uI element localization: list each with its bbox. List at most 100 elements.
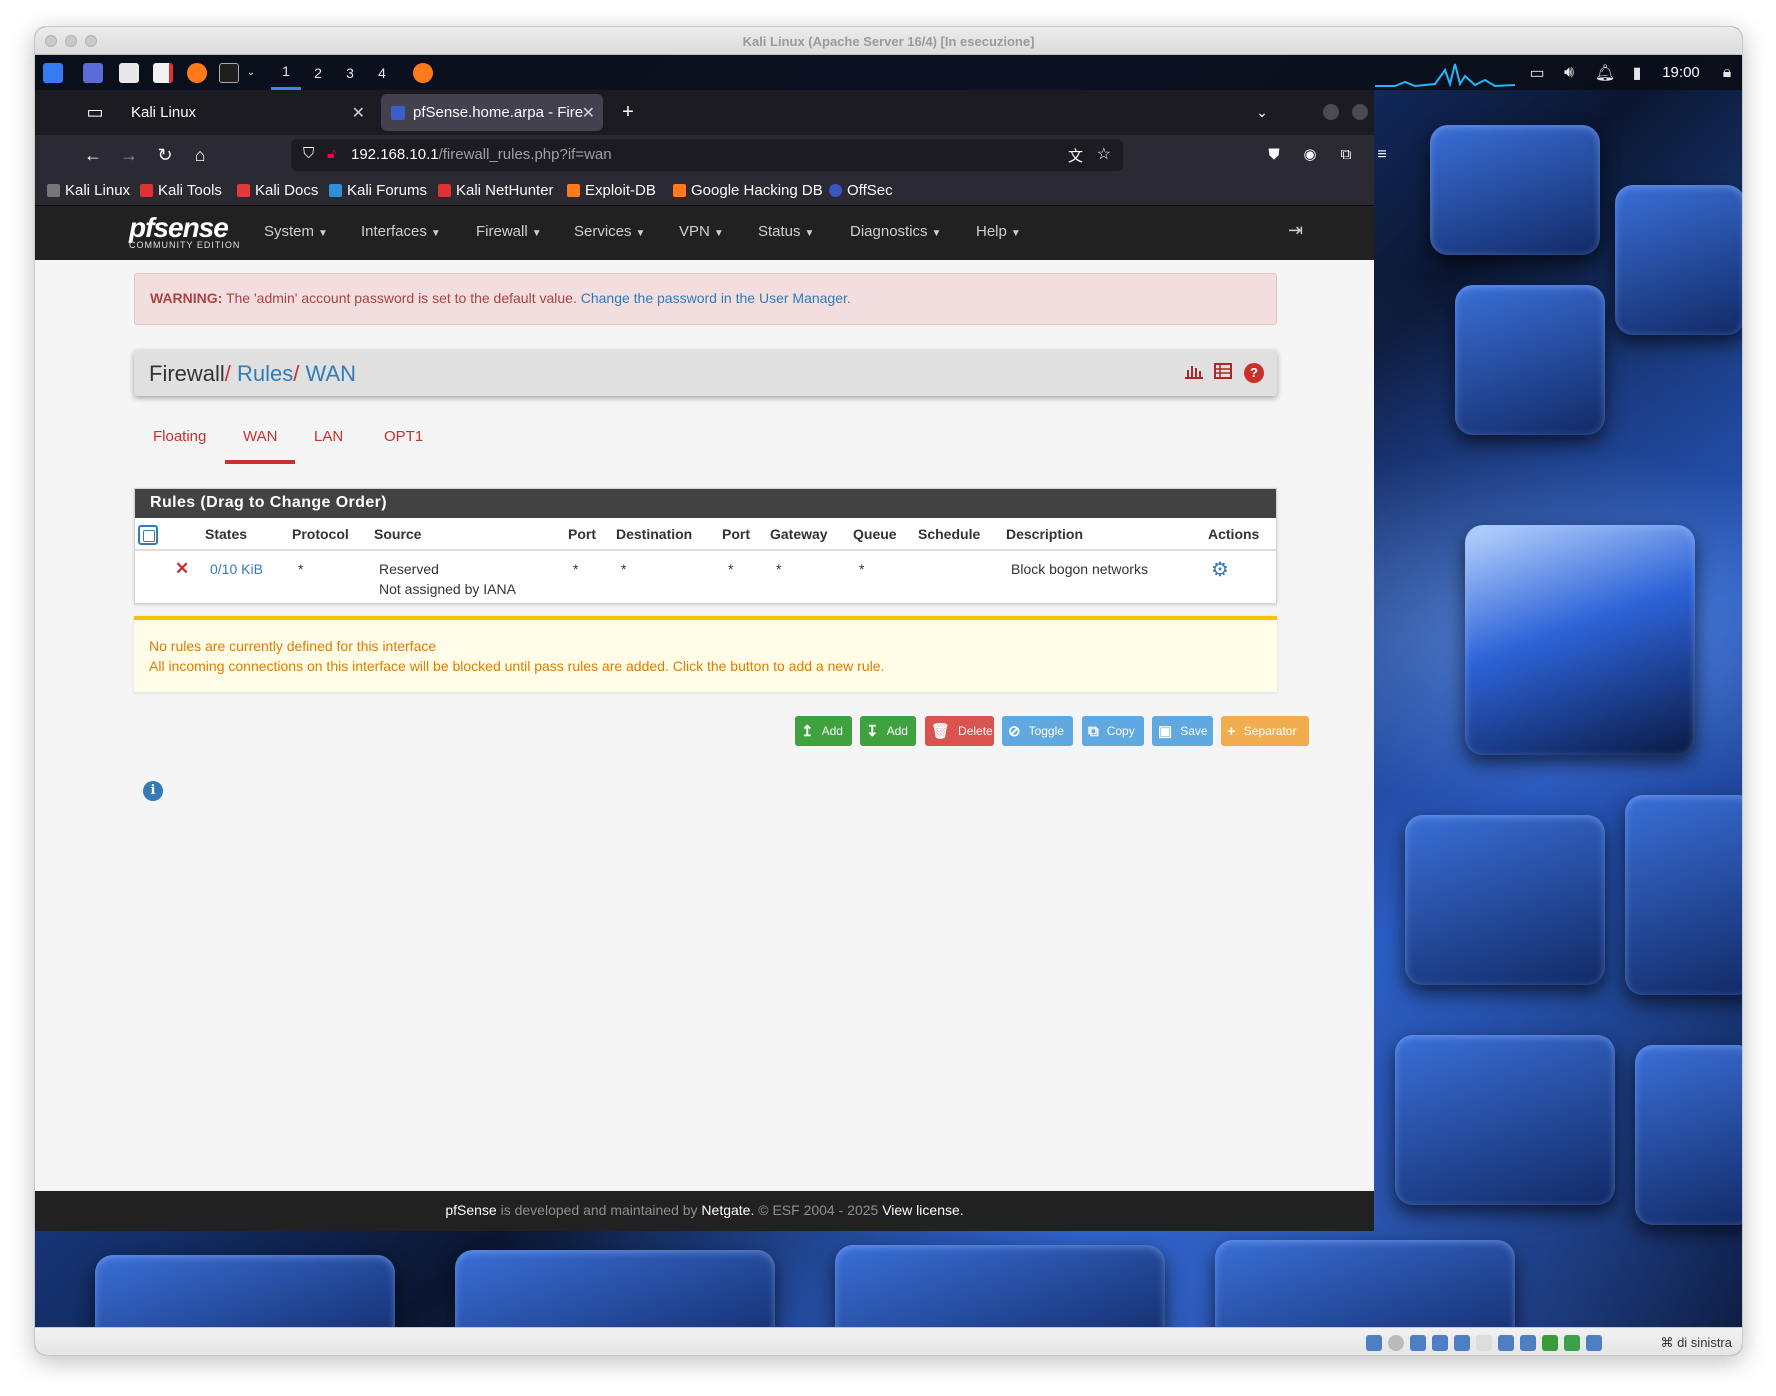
account-icon[interactable]: ◉: [1298, 143, 1322, 167]
optical-drive-icon[interactable]: [1388, 1335, 1404, 1351]
workspace-2[interactable]: 2: [303, 55, 333, 90]
insecure-lock-icon[interactable]: 🔓︎: [327, 145, 336, 162]
chevron-down-icon[interactable]: ⌄: [241, 55, 261, 90]
list-all-tabs-icon[interactable]: ⌄: [1250, 100, 1274, 124]
maximize-window-icon[interactable]: [1352, 104, 1368, 120]
menu-interfaces[interactable]: Interfaces ▼: [361, 223, 441, 240]
tab-kali-linux[interactable]: Kali Linux ✕: [121, 94, 373, 131]
url-text[interactable]: 192.168.10.1/firewall_rules.php?if=wan: [351, 146, 612, 163]
close-tab-icon[interactable]: ✕: [582, 103, 595, 123]
terminal-icon[interactable]: [215, 55, 243, 90]
firefox-task-icon[interactable]: [407, 55, 439, 90]
tab-pfsense[interactable]: pfSense.home.arpa - Fire ✕: [381, 94, 603, 131]
tab-opt1[interactable]: OPT1: [384, 428, 423, 445]
add-bottom-button[interactable]: ↧ Add: [860, 716, 916, 746]
toggle-button[interactable]: ⊘ Toggle: [1002, 716, 1073, 746]
breadcrumb-rules[interactable]: Rules: [237, 361, 293, 386]
save-button[interactable]: ▣ Save: [1152, 716, 1213, 746]
chart-icon[interactable]: [1184, 363, 1204, 383]
breadcrumb-wan[interactable]: WAN: [306, 361, 357, 386]
keyboard-icon[interactable]: [1586, 1335, 1602, 1351]
back-icon[interactable]: ←: [81, 143, 105, 167]
cpu-icon[interactable]: [1542, 1335, 1558, 1351]
logout-icon[interactable]: ⇥: [1288, 220, 1303, 241]
network-icon[interactable]: [1432, 1335, 1448, 1351]
translate-icon[interactable]: 文: [1068, 145, 1083, 166]
info-icon[interactable]: i: [143, 781, 163, 801]
bell-icon[interactable]: 🔔︎: [1593, 55, 1617, 90]
clock[interactable]: 19:00: [1653, 55, 1709, 90]
pfsense-logo[interactable]: pfsense COMMUNITY EDITION: [129, 212, 240, 250]
log-list-icon[interactable]: [1213, 363, 1233, 383]
col-schedule[interactable]: Schedule: [918, 526, 980, 542]
menu-icon[interactable]: ≡: [1370, 143, 1394, 167]
bookmark-google-hacking-db[interactable]: Google Hacking DB: [673, 182, 823, 199]
footer-brand[interactable]: pfSense: [445, 1202, 496, 1218]
workspace-1[interactable]: 1: [271, 55, 301, 90]
reload-icon[interactable]: ↻: [153, 143, 177, 167]
col-gateway[interactable]: Gateway: [770, 526, 828, 542]
delete-button[interactable]: 🗑︎ Delete: [925, 716, 994, 746]
text-editor-icon[interactable]: [149, 55, 177, 90]
menu-status[interactable]: Status ▼: [758, 223, 814, 240]
tab-wan[interactable]: WAN: [243, 428, 277, 445]
new-tab-button[interactable]: +: [613, 94, 643, 131]
col-dest-port[interactable]: Port: [722, 526, 750, 542]
screen-icon[interactable]: ▭: [1525, 55, 1549, 90]
menu-vpn[interactable]: VPN ▼: [679, 223, 724, 240]
view-license-link[interactable]: View license.: [882, 1202, 963, 1218]
kali-menu-icon[interactable]: [39, 55, 67, 90]
states-link[interactable]: 0/10 KiB: [210, 561, 263, 577]
menu-system[interactable]: System ▼: [264, 223, 328, 240]
menu-help[interactable]: Help ▼: [976, 223, 1021, 240]
menu-firewall[interactable]: Firewall ▼: [476, 223, 542, 240]
tab-lan[interactable]: LAN: [314, 428, 343, 445]
netgate-link[interactable]: Netgate.: [701, 1202, 754, 1218]
lock-icon[interactable]: 🔒︎: [1715, 55, 1739, 90]
audio-icon[interactable]: [1410, 1335, 1426, 1351]
select-all-checkbox[interactable]: [138, 525, 158, 545]
add-top-button[interactable]: ↥ Add: [795, 716, 852, 746]
bookmark-kali-nethunter[interactable]: Kali NetHunter: [438, 182, 554, 199]
col-destination[interactable]: Destination: [616, 526, 692, 542]
pocket-icon[interactable]: ⛊: [1262, 143, 1286, 167]
battery-icon[interactable]: ▮: [1625, 55, 1649, 90]
col-description[interactable]: Description: [1006, 526, 1083, 542]
bookmark-exploit-db[interactable]: Exploit-DB: [567, 182, 656, 199]
bookmark-kali-linux[interactable]: Kali Linux: [47, 182, 130, 199]
menu-services[interactable]: Services ▼: [574, 223, 645, 240]
mouse-integration-icon[interactable]: [1564, 1335, 1580, 1351]
extensions-icon[interactable]: ⧉: [1334, 143, 1358, 167]
col-source[interactable]: Source: [374, 526, 421, 542]
url-bar[interactable]: ⛉ 🔓︎ 192.168.10.1/firewall_rules.php?if=…: [291, 139, 1123, 171]
copy-button[interactable]: ⧉ Copy: [1082, 716, 1144, 746]
bookmark-kali-docs[interactable]: Kali Docs: [237, 182, 318, 199]
hard-disk-icon[interactable]: [1366, 1335, 1382, 1351]
file-manager-icon[interactable]: [115, 55, 143, 90]
show-desktop-icon[interactable]: [79, 55, 107, 90]
col-states[interactable]: States: [205, 526, 247, 542]
close-tab-icon[interactable]: ✕: [352, 103, 365, 123]
display-icon[interactable]: [1498, 1335, 1514, 1351]
gear-icon[interactable]: ⚙: [1211, 557, 1229, 582]
change-password-link[interactable]: Change the password in the User Manager.: [581, 290, 851, 306]
home-icon[interactable]: ⌂: [188, 143, 212, 167]
bookmark-kali-tools[interactable]: Kali Tools: [140, 182, 222, 199]
tab-floating[interactable]: Floating: [153, 428, 206, 445]
workspace-3[interactable]: 3: [335, 55, 365, 90]
workspace-4[interactable]: 4: [367, 55, 397, 90]
forward-icon[interactable]: →: [117, 143, 141, 167]
col-queue[interactable]: Queue: [853, 526, 897, 542]
shared-folder-icon[interactable]: [1476, 1335, 1492, 1351]
recording-icon[interactable]: [1520, 1335, 1536, 1351]
bookmark-star-icon[interactable]: ☆: [1097, 144, 1111, 164]
bookmark-kali-forums[interactable]: Kali Forums: [329, 182, 427, 199]
menu-diagnostics[interactable]: Diagnostics ▼: [850, 223, 941, 240]
add-separator-button[interactable]: + Separator: [1221, 716, 1309, 746]
firefox-icon[interactable]: [183, 55, 211, 90]
usb-icon[interactable]: [1454, 1335, 1470, 1351]
col-protocol[interactable]: Protocol: [292, 526, 349, 542]
help-question-icon[interactable]: ?: [1244, 363, 1264, 383]
bookmark-offsec[interactable]: OffSec: [829, 182, 893, 199]
minimize-window-icon[interactable]: [1323, 104, 1339, 120]
